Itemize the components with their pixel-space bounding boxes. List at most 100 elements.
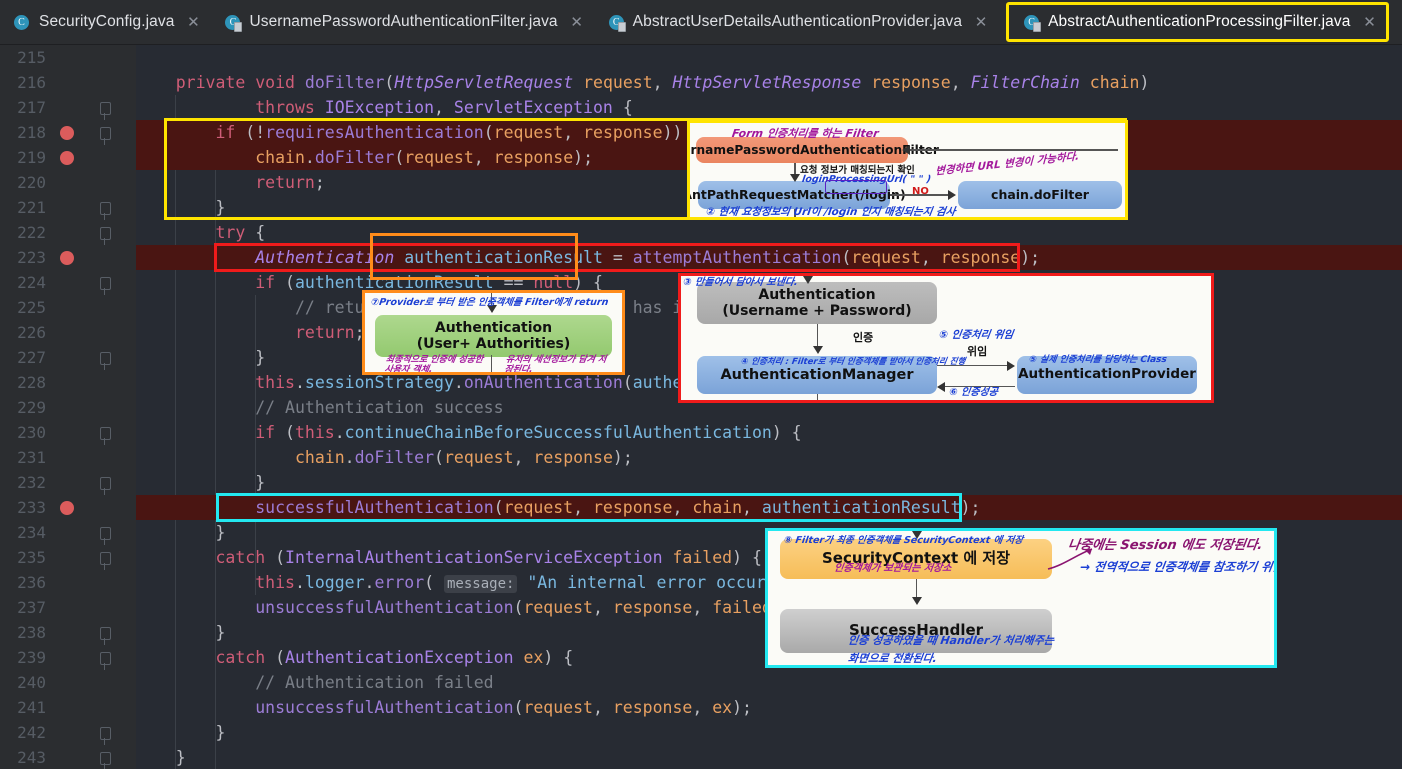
code-line[interactable]: 223 Authentication authenticationResult … <box>0 245 1402 270</box>
code-line[interactable]: 230 if (this.continueChainBeforeSuccessf… <box>0 420 1402 452</box>
annotation-final-user-object: 최종적으로 인증에 성공한 사용자 객체. <box>383 355 484 375</box>
node-authentication-username-password: Authentication (Username + Password) <box>697 282 937 324</box>
code-fold-toggle[interactable] <box>100 627 111 652</box>
breakpoint-icon[interactable] <box>60 126 74 140</box>
gutter[interactable]: 231 <box>0 445 136 470</box>
code-fold-toggle[interactable] <box>100 202 111 227</box>
code-fold-toggle[interactable] <box>100 102 111 127</box>
breakpoint-icon[interactable] <box>60 151 74 165</box>
line-number: 216 <box>17 73 46 92</box>
annotation-authenticate-process: ④ 인증처리 : Filter로 부터 인증객체를 받아서 인증처리 진행 <box>740 357 966 367</box>
code-line[interactable]: 232 } <box>0 470 1402 502</box>
line-content: // Authentication success <box>136 398 504 417</box>
code-fold-toggle[interactable] <box>100 552 111 577</box>
line-content: Authentication authenticationResult = at… <box>255 248 1041 267</box>
gutter[interactable]: 237 <box>0 595 136 620</box>
line-content: } <box>255 473 266 492</box>
code-fold-toggle[interactable] <box>100 227 111 252</box>
annotation-session-also-stored: 나중에는 Session 에도 저장된다. <box>1066 538 1264 553</box>
code-line[interactable]: 242 } <box>0 720 1402 752</box>
gutter[interactable]: 220 <box>0 170 136 195</box>
code-line[interactable]: 240 // Authentication failed <box>0 670 1402 695</box>
gutter[interactable]: 227 <box>0 345 136 377</box>
gutter[interactable]: 232 <box>0 470 136 502</box>
gutter[interactable]: 238 <box>0 620 136 652</box>
tab-username-password-authentication-filter[interactable]: C UsernamePasswordAuthenticationFilter.j… <box>210 0 593 45</box>
annotation-actual-auth-class: ⑤ 실제 인증처리를 담당하는 Class <box>1028 355 1168 365</box>
line-number: 223 <box>17 248 46 267</box>
tab-label: AbstractUserDetailsAuthenticationProvide… <box>632 13 963 30</box>
tab-abstract-authentication-processing-filter[interactable]: C AbstractAuthenticationProcessingFilter… <box>1006 2 1390 42</box>
code-line[interactable]: 243 } <box>0 745 1402 769</box>
breakpoint-icon[interactable] <box>60 251 74 265</box>
editor-error-stripe[interactable] <box>1390 45 1402 769</box>
close-icon[interactable]: ✕ <box>1362 15 1376 30</box>
gutter[interactable]: 226 <box>0 320 136 345</box>
code-line[interactable]: 231 chain.doFilter(request, response); <box>0 445 1402 470</box>
code-fold-toggle[interactable] <box>100 652 111 677</box>
connector <box>908 149 1118 151</box>
annotation-login-box <box>825 180 887 194</box>
gutter[interactable]: 228 <box>0 370 136 395</box>
close-icon[interactable]: ✕ <box>570 15 584 30</box>
code-line[interactable]: 222 try { <box>0 220 1402 252</box>
close-icon[interactable]: ✕ <box>974 15 988 30</box>
line-number: 242 <box>17 723 46 742</box>
gutter[interactable]: 234 <box>0 520 136 552</box>
code-fold-toggle[interactable] <box>100 527 111 552</box>
line-number: 232 <box>17 473 46 492</box>
code-fold-toggle[interactable] <box>100 427 111 452</box>
code-line[interactable]: 217 throws IOException, ServletException… <box>0 95 1402 127</box>
line-number: 238 <box>17 623 46 642</box>
tab-abstract-user-details-authentication-provider[interactable]: C AbstractUserDetailsAuthenticationProvi… <box>594 0 998 45</box>
line-content: unsuccessfulAuthentication(request, resp… <box>255 698 752 717</box>
gutter[interactable]: 236 <box>0 570 136 595</box>
line-content: throws IOException, ServletException { <box>255 98 633 117</box>
gutter[interactable]: 221 <box>0 195 136 227</box>
code-fold-toggle[interactable] <box>100 352 111 377</box>
gutter[interactable]: 230 <box>0 420 136 452</box>
code-line[interactable]: 233 successfulAuthentication(request, re… <box>0 495 1402 520</box>
gutter[interactable]: 219 <box>0 145 136 170</box>
line-content: } <box>175 748 186 767</box>
gutter[interactable]: 235 <box>0 545 136 577</box>
gutter[interactable]: 229 <box>0 395 136 420</box>
line-number: 235 <box>17 548 46 567</box>
gutter[interactable]: 240 <box>0 670 136 695</box>
gutter[interactable]: 224 <box>0 270 136 302</box>
code-fold-toggle[interactable] <box>100 477 111 502</box>
line-number: 243 <box>17 748 46 767</box>
line-content: } <box>215 723 226 742</box>
annotation-handler-screen: 인증 성공하였을 때 Handler가 처리해주는 <box>847 634 1055 647</box>
gutter[interactable]: 243 <box>0 745 136 769</box>
gutter[interactable]: 242 <box>0 720 136 752</box>
diagram-authentication-result: Authentication (User+ Authorities) ⑦Prov… <box>362 290 625 375</box>
gutter[interactable]: 222 <box>0 220 136 252</box>
code-line[interactable]: 241 unsuccessfulAuthentication(request, … <box>0 695 1402 720</box>
line-content: return; <box>294 323 365 342</box>
tab-security-config[interactable]: C SecurityConfig.java ✕ <box>0 0 210 45</box>
line-number: 226 <box>17 323 46 342</box>
gutter[interactable]: 223 <box>0 245 136 270</box>
gutter[interactable]: 241 <box>0 695 136 720</box>
gutter[interactable]: 233 <box>0 495 136 520</box>
gutter[interactable]: 218 <box>0 120 136 152</box>
code-line[interactable]: 215 <box>0 45 1402 70</box>
code-line[interactable]: 216 private void doFilter(HttpServletReq… <box>0 70 1402 95</box>
gutter[interactable]: 225 <box>0 295 136 320</box>
annotation-delegate-auth: ⑤ 인증처리 위임 <box>938 329 1015 341</box>
close-icon[interactable]: ✕ <box>186 15 200 30</box>
annotation-provider-return: ⑦Provider로 부터 받은 인증객체를 Filter에게 return <box>370 297 610 308</box>
gutter[interactable]: 217 <box>0 95 136 127</box>
code-fold-toggle[interactable] <box>100 277 111 302</box>
arrow-icon <box>902 145 910 155</box>
breakpoint-icon[interactable] <box>60 501 74 515</box>
code-fold-toggle[interactable] <box>100 727 111 752</box>
code-fold-toggle[interactable] <box>100 752 111 769</box>
node-label: AuthenticationManager <box>720 366 914 383</box>
gutter[interactable]: 239 <box>0 645 136 677</box>
line-number: 224 <box>17 273 46 292</box>
code-fold-toggle[interactable] <box>100 127 111 152</box>
gutter[interactable]: 216 <box>0 70 136 95</box>
gutter[interactable]: 215 <box>0 45 136 70</box>
